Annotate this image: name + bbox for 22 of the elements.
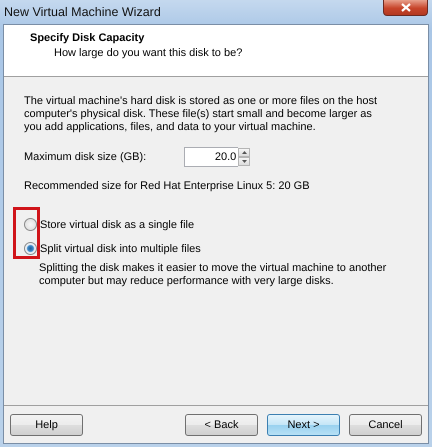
up-arrow-icon — [242, 151, 247, 154]
down-arrow-icon — [242, 160, 247, 163]
close-icon — [400, 3, 410, 12]
disk-size-field[interactable]: 20.0 — [184, 147, 238, 167]
disk-size-label: Maximum disk size (GB): — [24, 151, 146, 163]
recommendation-text: Recommended size for Red Hat Enterprise Linux 5: 20 GB — [24, 180, 311, 192]
decrement-button[interactable] — [238, 157, 250, 166]
wizard-button[interactable]: Help — [10, 414, 83, 436]
radio-label[interactable]: Store virtual disk as a single file — [40, 218, 194, 230]
wizard-button[interactable]: Cancel — [349, 414, 422, 436]
wizard-button[interactable]: < Back — [185, 414, 258, 436]
window-title: New Virtual Machine Wizard — [4, 5, 161, 19]
radio-button[interactable] — [24, 218, 37, 231]
page-subtitle: How large do you want this disk to be? — [53, 47, 244, 59]
close-button[interactable] — [383, 0, 428, 16]
radio-button[interactable] — [24, 242, 37, 255]
radio-label[interactable]: Split virtual disk into multiple files — [40, 242, 201, 254]
description-text: The virtual machine's hard disk is stored as one or more files on the host computer's physical disk. These file(s) start small and become larger as you add applications, files, and data to your virtual machine. — [24, 95, 378, 134]
page-title: Specify Disk Capacity — [30, 32, 146, 44]
split-note-text: Splitting the disk makes it easier to move the virtual machine to another computer but may reduce performance with very large disks. — [39, 262, 388, 288]
wizard-button[interactable]: Next > — [267, 414, 340, 436]
increment-button[interactable] — [238, 148, 250, 157]
